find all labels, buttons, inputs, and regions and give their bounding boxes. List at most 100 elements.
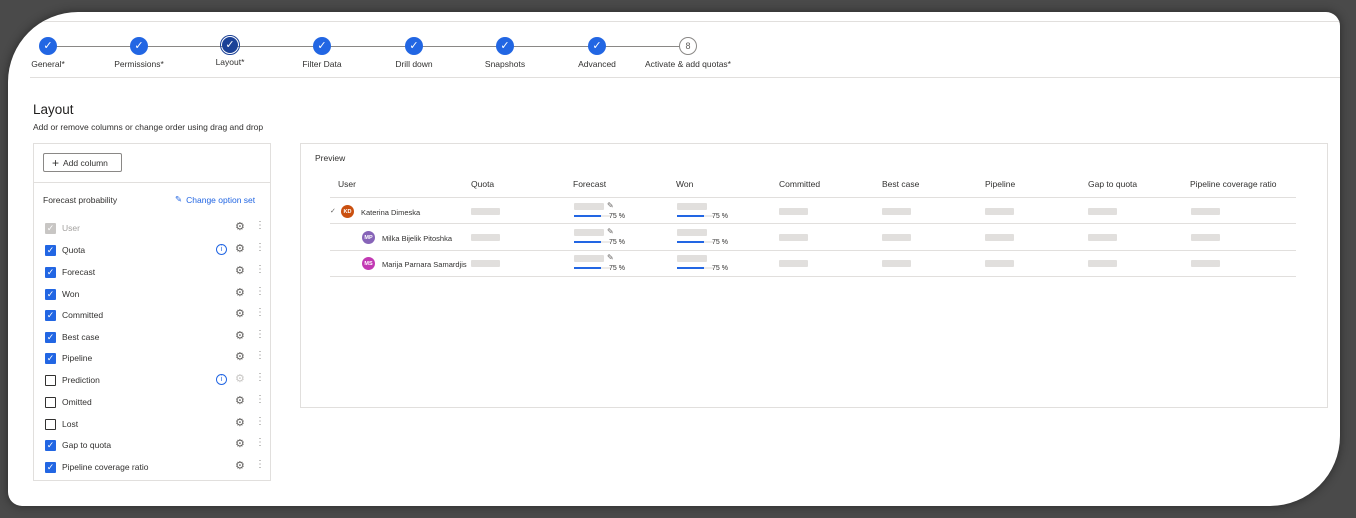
checkbox[interactable]: ✓ [45,439,56,451]
pencil-icon[interactable]: ✎ [607,227,614,236]
more-vertical-icon[interactable]: ⋮ [255,264,265,275]
more-vertical-icon[interactable]: ⋮ [255,372,265,383]
forecast-progress-bar [574,267,610,269]
more-vertical-icon[interactable]: ⋮ [255,416,265,427]
won-placeholder [677,229,707,236]
forecast-percent: 75 % [609,239,625,246]
chevron-down-icon[interactable]: ✓ [330,207,336,215]
checkbox[interactable]: ✓ [45,244,56,256]
option-row-user[interactable]: ✓ User ⚙ ⋮ [45,220,265,236]
forecast-progress-bar [574,241,610,243]
forecast-placeholder [574,203,604,210]
more-vertical-icon[interactable]: ⋮ [255,329,265,340]
checkbox[interactable]: ✓ [45,309,56,321]
forecast-placeholder [574,255,604,262]
checkbox[interactable]: ✓ [45,288,56,300]
gap-to-quota-placeholder [1088,234,1117,241]
more-vertical-icon[interactable]: ⋮ [255,220,265,231]
header-divider [330,197,1296,198]
option-row-omitted[interactable]: Omitted ⚙ ⋮ [45,394,265,410]
more-vertical-icon[interactable]: ⋮ [255,307,265,318]
quota-placeholder [471,234,500,241]
column-header-committed: Committed [779,179,821,189]
won-progress-fill [677,267,704,269]
gear-icon[interactable]: ⚙ [235,220,245,233]
gear-icon[interactable]: ⚙ [235,394,245,407]
quota-placeholder [471,260,500,267]
gear-icon[interactable]: ⚙ [235,350,245,363]
preview-panel: Preview User Quota Forecast Won Committe… [300,143,1328,408]
checkbox[interactable] [45,396,56,408]
gear-icon[interactable]: ⚙ [235,329,245,342]
checkmark-icon: ✓ [39,37,57,55]
preview-title: Preview [315,153,346,163]
won-progress-fill [677,241,704,243]
pencil-icon: ✎ [175,194,183,204]
gear-icon[interactable]: ⚙ [235,264,245,277]
option-label: Prediction [62,375,100,385]
option-label: User [62,223,80,233]
forecast-progress-fill [574,241,601,243]
won-placeholder [677,203,707,210]
checkbox[interactable]: ✓ [45,461,56,473]
row-divider [330,250,1296,251]
column-header-won: Won [676,179,694,189]
checkmark-icon: ✓ [313,37,331,55]
option-row-quota[interactable]: ✓ Quota i ⚙ ⋮ [45,242,265,258]
option-row-forecast[interactable]: ✓ Forecast ⚙ ⋮ [45,264,265,280]
step-activate[interactable]: 8 Activate & add quotas* [628,37,748,69]
top-border [30,21,1340,22]
gear-icon[interactable]: ⚙ [235,416,245,429]
checkbox[interactable]: ✓ [45,331,56,343]
panel-divider [34,182,270,183]
column-header-pipeline: Pipeline [985,179,1016,189]
more-vertical-icon[interactable]: ⋮ [255,350,265,361]
info-icon[interactable]: i [216,374,227,385]
option-row-best-case[interactable]: ✓ Best case ⚙ ⋮ [45,329,265,345]
checkbox[interactable]: ✓ [45,266,56,278]
change-option-set-link[interactable]: ✎ Change option set [175,194,255,205]
checkbox[interactable] [45,374,56,386]
wizard-window: ✓ General* ✓ Permissions* ✓ Layout* ✓ Fi… [8,12,1340,506]
won-progress-bar [677,241,713,243]
quota-placeholder [471,208,500,215]
gear-icon[interactable]: ⚙ [235,437,245,450]
gap-to-quota-placeholder [1088,208,1117,215]
option-row-prediction[interactable]: Prediction i ⚙ ⋮ [45,372,265,388]
option-label: Pipeline coverage ratio [62,462,149,472]
committed-placeholder [779,260,808,267]
row-divider [330,223,1296,224]
checkmark-icon: ✓ [220,35,240,55]
more-vertical-icon[interactable]: ⋮ [255,437,265,448]
option-row-pipeline-coverage-ratio[interactable]: ✓ Pipeline coverage ratio ⚙ ⋮ [45,459,265,475]
add-column-label: Add column [63,157,108,168]
add-column-button[interactable]: + Add column [43,153,122,172]
won-percent: 75 % [712,265,728,272]
checkbox[interactable] [45,418,56,430]
info-icon[interactable]: i [216,244,227,255]
more-vertical-icon[interactable]: ⋮ [255,242,265,253]
plus-icon: + [52,155,60,170]
option-label: Lost [62,419,79,429]
gear-icon: ⚙ [235,373,245,385]
option-row-gap-to-quota[interactable]: ✓ Gap to quota ⚙ ⋮ [45,437,265,453]
pencil-icon[interactable]: ✎ [607,253,614,262]
option-row-lost[interactable]: Lost ⚙ ⋮ [45,416,265,432]
more-vertical-icon[interactable]: ⋮ [255,394,265,405]
option-row-won[interactable]: ✓ Won ⚙ ⋮ [45,286,265,302]
more-vertical-icon[interactable]: ⋮ [255,286,265,297]
gear-icon[interactable]: ⚙ [235,286,245,299]
more-vertical-icon[interactable]: ⋮ [255,459,265,470]
option-row-committed[interactable]: ✓ Committed ⚙ ⋮ [45,307,265,323]
checkbox[interactable]: ✓ [45,352,56,364]
checkmark-icon: ✓ [130,37,148,55]
gear-icon[interactable]: ⚙ [235,242,245,255]
gear-icon[interactable]: ⚙ [235,459,245,472]
change-option-set-label: Change option set [186,194,256,205]
page-title: Layout [33,102,74,117]
page-subtitle: Add or remove columns or change order us… [33,122,264,132]
user-name: Katerina Dimeska [361,208,421,217]
pencil-icon[interactable]: ✎ [607,201,614,210]
gear-icon[interactable]: ⚙ [235,307,245,320]
option-row-pipeline[interactable]: ✓ Pipeline ⚙ ⋮ [45,350,265,366]
